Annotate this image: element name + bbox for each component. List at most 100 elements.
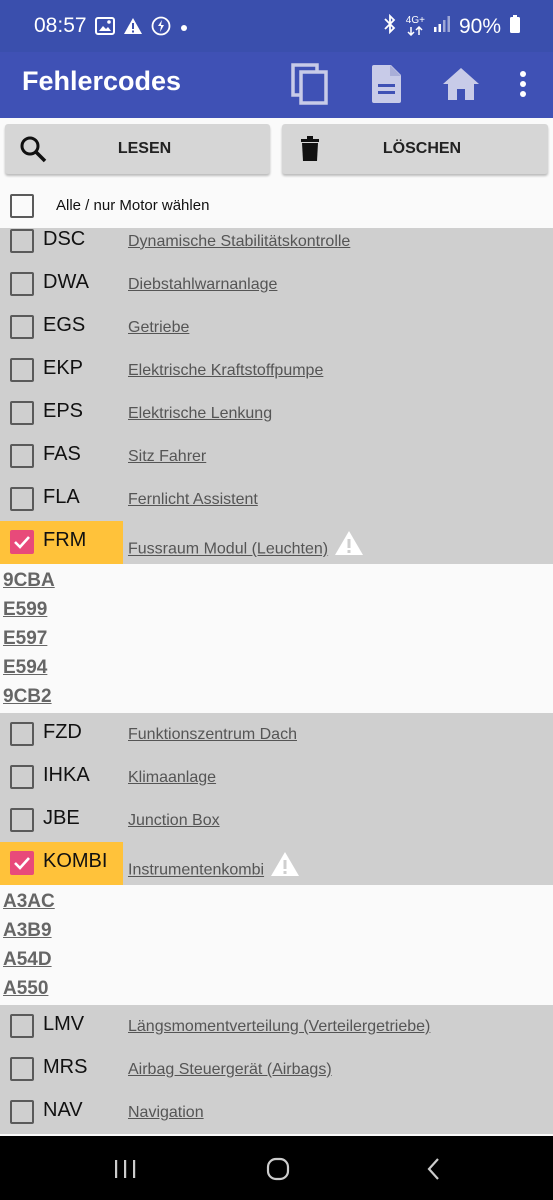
- module-code: FAS: [43, 443, 81, 465]
- module-row-fas[interactable]: FAS Sitz Fahrer: [0, 435, 553, 478]
- module-checkbox[interactable]: [10, 1014, 34, 1038]
- error-code-link[interactable]: A3B9: [3, 916, 553, 945]
- module-code: DSC: [43, 228, 86, 250]
- module-description-link[interactable]: Funktionszentrum Dach: [128, 726, 297, 744]
- error-code-link[interactable]: E594: [3, 653, 553, 682]
- trash-icon: [296, 135, 324, 163]
- module-description-link[interactable]: Längsmomentverteilung (Verteilergetriebe…: [128, 1018, 430, 1036]
- module-row-ekp[interactable]: EKP Elektrische Kraftstoffpumpe: [0, 349, 553, 392]
- module-code: NAV: [43, 1099, 83, 1121]
- module-description-link[interactable]: Fernlicht Assistent: [128, 491, 258, 509]
- action-bar: LESEN LÖSCHEN: [0, 118, 553, 184]
- home-circle-icon[interactable]: [265, 1156, 291, 1182]
- module-description-link[interactable]: Klimaanlage: [128, 769, 216, 787]
- module-description-link[interactable]: Instrumentenkombi: [128, 852, 300, 886]
- module-checkbox[interactable]: [10, 272, 34, 296]
- copy-button[interactable]: [286, 60, 334, 108]
- module-checkbox[interactable]: [10, 358, 34, 382]
- module-code: EPS: [43, 400, 84, 422]
- module-checkbox[interactable]: [10, 765, 34, 789]
- home-button[interactable]: [437, 60, 485, 108]
- select-all-row[interactable]: Alle / nur Motor wählen: [0, 184, 553, 228]
- select-all-label: Alle / nur Motor wählen: [56, 197, 210, 214]
- dot-icon: [179, 20, 189, 38]
- select-all-checkbox[interactable]: [10, 194, 34, 218]
- error-code-link[interactable]: 9CB2: [3, 682, 553, 711]
- module-description-link[interactable]: Junction Box: [128, 812, 220, 830]
- error-code-link[interactable]: A3AC: [3, 887, 553, 916]
- page-title: Fehlercodes: [22, 66, 182, 96]
- module-checkbox[interactable]: [10, 401, 34, 425]
- image-icon: [95, 17, 115, 40]
- module-description-link[interactable]: Diebstahlwarnanlage: [128, 276, 277, 294]
- error-code-link[interactable]: A54D: [3, 945, 553, 974]
- module-checkbox[interactable]: [10, 851, 34, 875]
- module-description-link[interactable]: Getriebe: [128, 319, 189, 337]
- module-row-jbe[interactable]: JBE Junction Box: [0, 799, 553, 842]
- module-row-ihka[interactable]: IHKA Klimaanlage: [0, 756, 553, 799]
- module-checkbox[interactable]: [10, 444, 34, 468]
- module-row-egs[interactable]: EGS Getriebe: [0, 306, 553, 349]
- more-options-button[interactable]: [499, 60, 547, 108]
- module-description-link[interactable]: Dynamische Stabilitätskontrolle: [128, 233, 350, 251]
- network-label: 4G+: [405, 14, 425, 26]
- module-row-kombi[interactable]: KOMBI Instrumentenkombi: [0, 842, 553, 885]
- document-button[interactable]: [362, 60, 410, 108]
- module-row-lmv[interactable]: LMV Längsmomentverteilung (Verteilergetri…: [0, 1005, 553, 1048]
- module-row-dsc[interactable]: DSC Dynamische Stabilitätskontrolle: [0, 228, 553, 263]
- module-code: FLA: [43, 486, 80, 508]
- module-row-nav[interactable]: NAV Navigation: [0, 1091, 553, 1134]
- module-code: EKP: [43, 357, 84, 379]
- module-description-link[interactable]: Airbag Steuergerät (Airbags): [128, 1061, 332, 1079]
- signal-icon: [433, 15, 451, 39]
- shazam-icon: [151, 16, 171, 41]
- module-checkbox[interactable]: [10, 722, 34, 746]
- module-row-mrs[interactable]: MRS Airbag Steuergerät (Airbags): [0, 1048, 553, 1091]
- system-nav-bar: [0, 1136, 553, 1200]
- module-description-link[interactable]: Elektrische Lenkung: [128, 405, 272, 423]
- module-row-frm[interactable]: FRM Fussraum Modul (Leuchten): [0, 521, 553, 564]
- document-icon: [372, 65, 401, 103]
- error-code-link[interactable]: E597: [3, 624, 553, 653]
- status-time: 08:57: [34, 14, 87, 37]
- delete-button[interactable]: LÖSCHEN: [282, 124, 548, 174]
- module-code: IHKA: [43, 764, 90, 786]
- module-code: LMV: [43, 1013, 85, 1035]
- module-code: FZD: [43, 721, 82, 743]
- error-code-link[interactable]: 9CBA: [3, 566, 553, 595]
- module-checkbox[interactable]: [10, 229, 34, 253]
- back-icon[interactable]: [422, 1156, 448, 1182]
- bluetooth-icon: [382, 13, 398, 40]
- module-code: DWA: [43, 271, 89, 293]
- more-vert-icon: [520, 71, 526, 97]
- module-row-dwa[interactable]: DWA Diebstahlwarnanlage: [0, 263, 553, 306]
- module-checkbox[interactable]: [10, 1057, 34, 1081]
- module-description: Fernlicht Assistent: [128, 491, 258, 508]
- recents-icon[interactable]: [112, 1156, 138, 1182]
- battery-label: 90%: [458, 15, 501, 38]
- module-row-eps[interactable]: EPS Elektrische Lenkung: [0, 392, 553, 435]
- warning-icon: [270, 851, 300, 882]
- module-description-link[interactable]: Navigation: [128, 1104, 204, 1122]
- module-row-fla[interactable]: FLA Fernlicht Assistent: [0, 478, 553, 521]
- module-description: Getriebe: [128, 319, 190, 336]
- module-code: MRS: [43, 1056, 88, 1078]
- module-checkbox[interactable]: [10, 315, 34, 339]
- module-description-link[interactable]: Sitz Fahrer: [128, 448, 206, 466]
- error-code-link[interactable]: E599: [3, 595, 553, 624]
- module-checkbox[interactable]: [10, 808, 34, 832]
- module-description-link[interactable]: Elektrische Kraftstoffpumpe: [128, 362, 323, 380]
- error-code-link[interactable]: A550: [3, 974, 553, 1003]
- module-description: Instrumentenkombi: [128, 861, 265, 879]
- module-description: Fussraum Modul (Leuchten): [128, 540, 329, 558]
- module-row-fzd[interactable]: FZD Funktionszentrum Dach: [0, 713, 553, 756]
- module-description-link[interactable]: Fussraum Modul (Leuchten): [128, 531, 364, 565]
- module-list[interactable]: DSC Dynamische Stabilitätskontrolle DWA Die…: [0, 228, 553, 1136]
- screen: 08:57 4G+ 90% Fehlercodes LESEN LÖSCHEN …: [0, 0, 553, 1200]
- module-description: Navigation: [128, 1104, 204, 1121]
- module-checkbox[interactable]: [10, 487, 34, 511]
- module-checkbox[interactable]: [10, 530, 34, 554]
- module-checkbox[interactable]: [10, 1100, 34, 1124]
- error-code-list: 9CBA E599 E597 E594 9CB2: [0, 564, 553, 713]
- read-button[interactable]: LESEN: [5, 124, 270, 174]
